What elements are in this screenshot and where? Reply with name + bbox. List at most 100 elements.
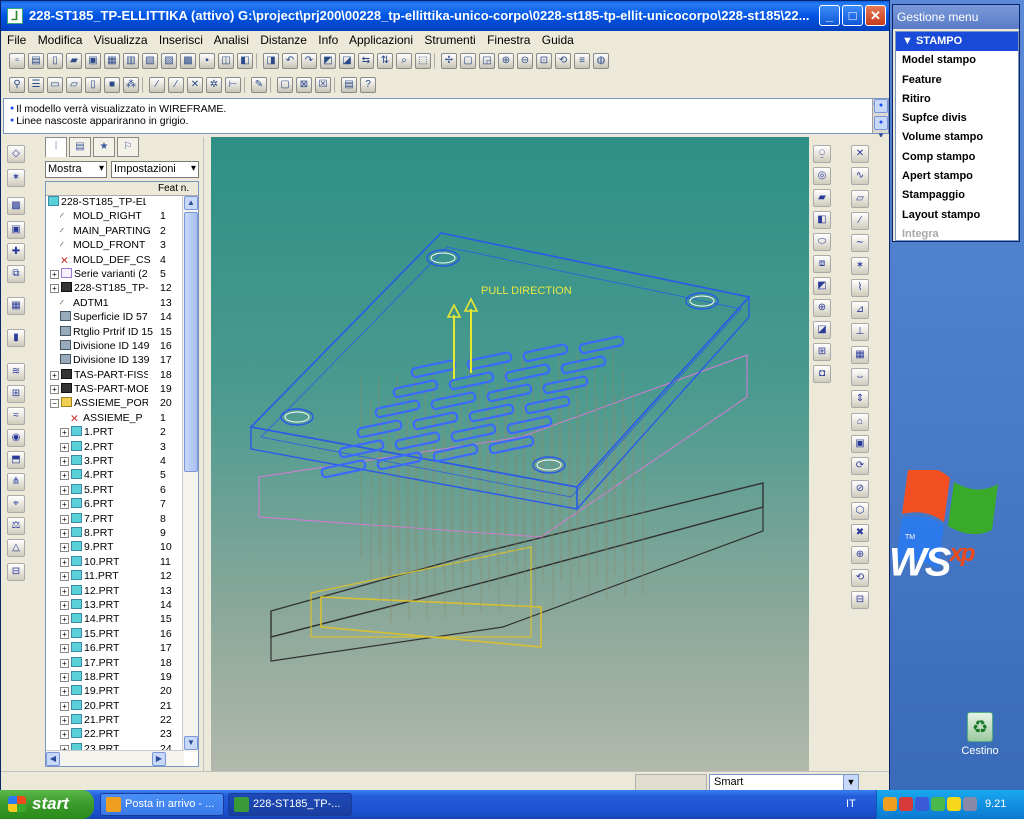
expand-icon[interactable]: + <box>60 528 69 538</box>
point-icon[interactable]: ⁄ <box>168 77 184 93</box>
tree-row[interactable]: +1.PRT 2 <box>46 426 198 440</box>
expand-icon[interactable]: + <box>60 557 69 567</box>
model-tree-toggle-icon[interactable]: ⚲ <box>9 77 25 93</box>
mail-tray-icon[interactable] <box>883 797 897 811</box>
panel-splitter[interactable] <box>203 137 211 771</box>
menu-manager-title[interactable]: Gestione menu <box>893 5 1019 29</box>
tree-row[interactable]: +228-ST185_TP- 12 <box>46 282 198 296</box>
menu-finestra[interactable]: Finestra <box>487 33 530 47</box>
menu-file[interactable]: File <box>7 33 26 47</box>
refit-icon[interactable]: ⊡ <box>536 53 552 69</box>
tab-folder-browser[interactable]: ▤ <box>69 137 91 157</box>
trim-icon[interactable]: ◩ <box>813 277 831 295</box>
reorient-icon[interactable]: ⟲ <box>555 53 571 69</box>
layers-tool-icon[interactable]: ⬒ <box>7 451 25 469</box>
redo-icon[interactable]: ↷ <box>301 53 317 69</box>
annotation-icon[interactable]: ✎ <box>251 77 267 93</box>
tree-row[interactable]: +15.PRT 16 <box>46 627 198 642</box>
sync-icon[interactable]: ⟲ <box>851 568 869 587</box>
tree-row[interactable]: Divisione ID 149 16 <box>46 339 198 354</box>
title-bar[interactable]: ⅃ 228-ST185_TP-ELLITTIKA (attivo) G:\pro… <box>1 1 889 31</box>
volume-tray-icon[interactable] <box>963 797 977 811</box>
plane-tool-icon[interactable]: ▱ <box>851 189 869 208</box>
tree-row[interactable]: ⁄ ADTM1 13 <box>46 297 198 311</box>
tree-row[interactable]: +21.PRT 22 <box>46 714 198 728</box>
layout-icon[interactable]: ⊟ <box>7 563 25 581</box>
spin-center-icon[interactable]: ✢ <box>441 53 457 69</box>
spin-icon[interactable]: ✲ <box>206 77 222 93</box>
close-button[interactable]: ✕ <box>865 5 886 26</box>
settings-dropdown[interactable]: Impostazioni <box>111 161 199 178</box>
point-tool-icon[interactable]: ✶ <box>851 256 869 275</box>
menu-visualizza[interactable]: Visualizza <box>94 33 148 47</box>
color-icon[interactable]: ◉ <box>7 429 25 447</box>
network-tray-icon[interactable] <box>915 797 929 811</box>
menu-analisi[interactable]: Analisi <box>214 33 249 47</box>
tree-row[interactable]: +12.PRT 13 <box>46 584 198 599</box>
tree-vertical-scrollbar[interactable]: ▲ ▼ <box>182 196 198 752</box>
print-icon[interactable]: ▥ <box>123 53 139 69</box>
tree-row[interactable]: − ASSIEME_POR 20 <box>46 397 198 411</box>
parting-line-icon[interactable]: ≋ <box>7 363 25 381</box>
box-icon[interactable]: ⬡ <box>851 501 869 520</box>
layers-icon[interactable]: ≡ <box>574 53 590 69</box>
workpiece-icon[interactable]: ◎ <box>813 167 831 185</box>
view-icon[interactable]: ▣ <box>851 434 869 453</box>
wave-icon[interactable]: ∼ <box>851 234 869 253</box>
tree-row[interactable]: ⁄ MOLD_RIGHT 1 <box>46 210 198 224</box>
window-close-x-icon[interactable]: ☒ <box>315 77 331 93</box>
tab-favorites[interactable]: ★ <box>93 137 115 157</box>
expand-icon[interactable]: + <box>60 485 69 495</box>
expand-icon[interactable]: + <box>60 471 69 481</box>
window-icon[interactable]: ▪ <box>199 53 215 69</box>
scroll-up-icon[interactable]: ▲ <box>184 196 198 210</box>
app-icon[interactable]: ⅃ <box>7 8 23 24</box>
tree-row[interactable]: Rtglio Prtrif ID 15 15 <box>46 325 198 340</box>
wireframe-icon[interactable]: ◫ <box>218 53 234 69</box>
delete-icon[interactable]: ✖ <box>851 524 869 543</box>
scroll-down-icon[interactable]: ▼ <box>874 116 888 140</box>
pdf-icon[interactable]: ▧ <box>142 53 158 69</box>
tree-row[interactable]: Divisione ID 139 17 <box>46 354 198 368</box>
messenger-tray-icon[interactable] <box>947 797 961 811</box>
save-copy-icon[interactable]: ▦ <box>104 53 120 69</box>
expand-icon[interactable]: + <box>60 442 69 452</box>
scroll-left-icon[interactable]: ◀ <box>46 752 60 766</box>
context-help-icon[interactable]: ? <box>360 77 376 93</box>
expand-icon[interactable]: + <box>60 716 69 726</box>
undo-icon[interactable]: ↶ <box>282 53 298 69</box>
shading-icon[interactable]: ■ <box>104 77 120 93</box>
datum-plane-tool-icon[interactable]: ◇ <box>7 145 25 163</box>
paste-special-icon[interactable]: ◪ <box>339 53 355 69</box>
menu-guida[interactable]: Guida <box>542 33 574 47</box>
expand-icon[interactable]: + <box>60 615 69 625</box>
blank-doc-icon[interactable]: ▯ <box>47 53 63 69</box>
tree-row[interactable]: +11.PRT 12 <box>46 570 198 584</box>
runner-icon[interactable]: ⋔ <box>7 473 25 491</box>
recycle-bin-shortcut[interactable]: Cestino <box>952 712 1008 757</box>
scroll-thumb[interactable] <box>184 212 198 472</box>
datum-planes-icon[interactable]: ⁂ <box>123 77 139 93</box>
expand-icon[interactable]: + <box>60 457 69 467</box>
tree-horizontal-scrollbar[interactable]: ◀ ▶ <box>46 750 184 766</box>
sketch-tool-icon[interactable]: ✶ <box>7 169 25 187</box>
tree-row[interactable]: +20.PRT 21 <box>46 699 198 714</box>
expand-icon[interactable]: + <box>60 543 69 553</box>
tree-row[interactable]: +18.PRT 19 <box>46 670 198 685</box>
appearance-icon[interactable]: ◍ <box>593 53 609 69</box>
tree-row[interactable]: +22.PRT 23 <box>46 728 198 742</box>
menu-manager-item[interactable]: Layout stampo <box>896 206 1018 225</box>
tree-row[interactable]: +19.PRT 20 <box>46 685 198 699</box>
expand-icon[interactable]: + <box>50 284 59 294</box>
insert-icon[interactable]: ▣ <box>7 221 25 239</box>
surface-icon[interactable]: ≈ <box>7 407 25 425</box>
menu-manager-item[interactable]: Volume stampo <box>896 128 1018 147</box>
menu-manager-item[interactable]: Apert stampo <box>896 167 1018 186</box>
csys-tool-icon[interactable]: ✕ <box>851 145 869 163</box>
select-box-icon[interactable]: ⬚ <box>415 53 431 69</box>
menu-info[interactable]: Info <box>318 33 338 47</box>
pattern-icon[interactable]: ▦ <box>851 345 869 364</box>
analysis-icon[interactable]: ⊿ <box>851 301 869 320</box>
hidden-line-icon[interactable]: ▱ <box>66 77 82 93</box>
selection-filter-dropdown[interactable]: Smart ▼ <box>709 774 859 791</box>
